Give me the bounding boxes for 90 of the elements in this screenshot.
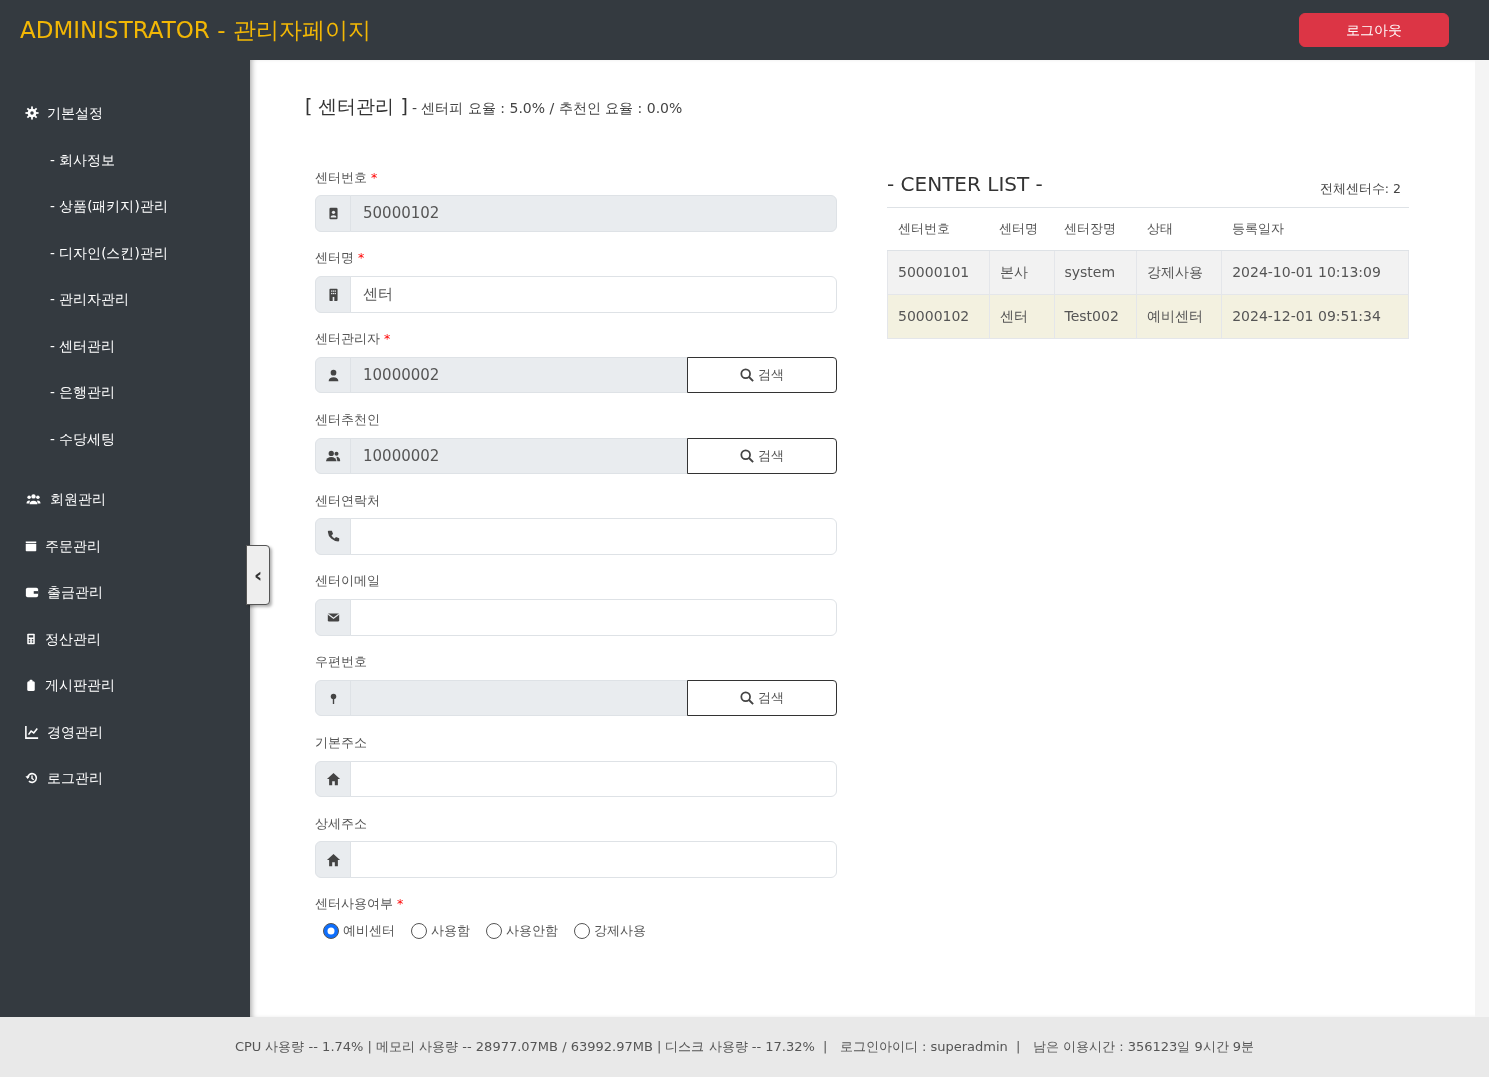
input-field[interactable]: 10000002 xyxy=(350,437,688,474)
table-cell: system xyxy=(1054,250,1137,295)
user-icon xyxy=(326,368,340,382)
sidebar-item[interactable]: 경영관리 xyxy=(47,721,103,742)
collapse-sidebar-button[interactable]: ‹ xyxy=(246,545,270,605)
gear-icon xyxy=(25,106,39,121)
required-mark: * xyxy=(384,330,391,348)
history-icon xyxy=(25,771,39,786)
table-cell: 2024-10-01 10:13:09 xyxy=(1221,250,1409,295)
radio-button[interactable] xyxy=(486,923,502,940)
radio-label: 사용함 xyxy=(431,922,470,940)
required-mark: * xyxy=(371,168,378,187)
page-title: [ 센터관리 ] xyxy=(305,94,408,119)
search-button[interactable]: 검색 xyxy=(687,356,837,394)
table-cell: 2024-12-01 09:51:34 xyxy=(1221,294,1409,339)
sidebar-item[interactable]: 회원관리 xyxy=(50,489,106,510)
search-icon xyxy=(740,691,754,705)
table-cell: 강제사용 xyxy=(1136,250,1222,295)
clipboard-icon xyxy=(25,678,37,693)
sidebar-item[interactable]: 정산관리 xyxy=(45,628,101,649)
field-label: 기본주소 xyxy=(315,733,367,752)
status-bar: CPU 사용량 -- 1.74% | 메모리 사용량 -- 28977.07MB / 63992.97MB | 디스크 사용량 -- 17.32% | 로그인아이디 : superadmin | 남은 이용시간 : 356123일 9시간 9분 xyxy=(0,1017,1489,1077)
sidebar-item[interactable]: 로그관리 xyxy=(47,768,103,789)
sidebar-item[interactable]: 게시판관리 xyxy=(45,675,115,696)
search-icon xyxy=(740,448,754,463)
required-mark: * xyxy=(397,895,404,914)
radio-label: 강제사용 xyxy=(594,922,646,940)
envelope-icon xyxy=(326,610,340,624)
input-field[interactable]: 센터 xyxy=(350,276,837,313)
sidebar-subitem[interactable]: - 관리자관리 xyxy=(50,289,130,310)
home-icon xyxy=(325,852,341,867)
id-badge-icon xyxy=(326,207,340,220)
field-label: 센터추천인 xyxy=(315,410,380,429)
field-label: 센터이메일 xyxy=(315,572,380,591)
home-icon xyxy=(325,771,341,786)
radio-label: 사용안함 xyxy=(506,922,558,940)
input-field[interactable] xyxy=(350,518,837,555)
sidebar-subitem[interactable]: - 회사정보 xyxy=(50,149,116,170)
field-label: 우편번호 xyxy=(315,653,367,671)
input-field[interactable]: 50000102 xyxy=(350,195,837,232)
field-label: 센터관리자 xyxy=(315,330,380,348)
radio-label: 예비센터 xyxy=(343,922,395,940)
column-header: 센터번호 xyxy=(887,207,990,251)
search-button[interactable]: 검색 xyxy=(687,437,837,474)
radio-button[interactable] xyxy=(411,923,427,940)
column-header: 상태 xyxy=(1136,207,1222,251)
sidebar-subitem[interactable]: - 은행관리 xyxy=(50,382,116,403)
users-icon xyxy=(25,492,42,507)
radio-button[interactable] xyxy=(574,923,590,940)
table-cell: 본사 xyxy=(989,250,1054,295)
calculator-icon xyxy=(25,631,37,646)
search-button[interactable]: 검색 xyxy=(687,679,837,717)
table-cell: 예비센터 xyxy=(1136,294,1222,339)
field-label: 센터사용여부 xyxy=(315,895,393,914)
required-mark: * xyxy=(358,249,365,268)
sidebar-subitem[interactable]: - 수당세팅 xyxy=(50,428,116,449)
wallet-icon xyxy=(25,585,39,600)
line-chart-icon xyxy=(25,724,39,739)
input-field[interactable] xyxy=(350,679,688,717)
radio-button[interactable] xyxy=(323,923,339,940)
sidebar-subitem[interactable]: - 상품(패키지)관리 xyxy=(50,196,168,217)
page-subtitle: - 센터피 요율 : 5.0% / 추천인 요율 : 0.0% xyxy=(411,99,683,118)
users-icon xyxy=(325,448,341,463)
sidebar-subitem[interactable]: - 센터관리 xyxy=(50,335,116,356)
field-label: 센터번호 xyxy=(315,168,367,187)
table-cell: 50000101 xyxy=(887,250,990,295)
phone-icon xyxy=(326,530,340,543)
field-label: 상세주소 xyxy=(315,814,367,833)
building-icon xyxy=(326,287,340,301)
sidebar-item[interactable]: 기본설정 xyxy=(47,103,103,124)
center-count: 전체센터수: 2 xyxy=(1319,179,1402,198)
search-icon xyxy=(740,368,754,382)
sidebar-item[interactable]: 출금관리 xyxy=(47,582,103,603)
input-field[interactable] xyxy=(350,760,837,797)
sidebar-subitem[interactable]: - 디자인(스킨)관리 xyxy=(50,242,168,263)
list-title: - CENTER LIST - xyxy=(887,170,1043,198)
table-cell: Test002 xyxy=(1054,294,1137,339)
field-label: 센터연락처 xyxy=(315,491,380,510)
table-cell: 50000102 xyxy=(887,294,990,339)
table-cell: 센터 xyxy=(989,294,1054,339)
sidebar-item[interactable]: 주문관리 xyxy=(45,535,101,556)
input-field[interactable] xyxy=(350,841,837,878)
field-label: 센터명 xyxy=(315,249,354,268)
column-header: 센터장명 xyxy=(1054,207,1137,251)
column-header: 센터명 xyxy=(989,207,1054,251)
column-header: 등록일자 xyxy=(1221,207,1409,251)
app-title: ADMINISTRATOR - 관리자페이지 xyxy=(20,15,371,45)
input-field[interactable]: 10000002 xyxy=(350,356,688,394)
input-field[interactable] xyxy=(350,599,837,636)
logout-button[interactable]: 로그아웃 xyxy=(1299,13,1449,47)
